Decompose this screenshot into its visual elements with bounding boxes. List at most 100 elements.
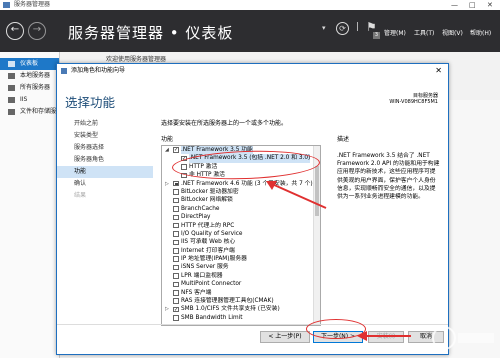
feature-checkbox[interactable] [173, 197, 179, 204]
feature-label: IIS 可承载 Web 核心 [181, 239, 236, 246]
feature-checkbox[interactable] [173, 239, 179, 246]
menu-view[interactable]: 视图(V) [442, 28, 463, 37]
sidebar-item-label: 仪表板 [20, 60, 39, 67]
background-panel [449, 100, 500, 358]
sidebar-item-dashboard[interactable]: 仪表板 [0, 58, 59, 70]
wizard-step[interactable]: 结果 [57, 190, 153, 202]
back-arrow-icon[interactable]: ← [6, 22, 24, 40]
feature-row[interactable]: LPR 端口监视器 [162, 272, 320, 280]
feature-checkbox[interactable] [173, 222, 179, 229]
dialog-titlebar: 添加角色和功能向导 ✕ [57, 64, 448, 78]
feature-label: SMB 1.0/CIFS 文件共享支持 (已安装) [181, 306, 280, 313]
feature-row[interactable]: IP 地址管理(IPAM)服务器 [162, 255, 320, 263]
divider: | [356, 22, 360, 32]
sidebar-item-label: 所有服务器 [20, 84, 51, 91]
sidebar-item-all-servers[interactable]: 所有服务器 [0, 82, 59, 94]
wizard-icon [61, 68, 67, 74]
feature-checkbox[interactable] [173, 264, 179, 271]
feature-label: BranchCache [181, 205, 220, 212]
feature-checkbox[interactable] [173, 290, 179, 296]
feature-row[interactable]: ▷ SMB 1.0/CIFS 文件共享支持 (已安装) [162, 305, 320, 313]
dialog-title: 添加角色和功能向导 [71, 67, 126, 74]
expand-toggle-icon[interactable]: ◢ [165, 146, 169, 154]
notification-count: 3 [373, 32, 380, 39]
feature-description: .NET Framework 3.5 结合了 .NET Framework 2.… [337, 153, 440, 201]
sidebar-item-storage[interactable]: 文件和存储服务 [0, 106, 62, 118]
feature-checkbox[interactable] [173, 189, 179, 195]
sidebar-item-iis[interactable]: IIS [0, 94, 59, 106]
menu-help[interactable]: 帮助(H) [470, 28, 491, 37]
close-button[interactable]: ✕ [487, 0, 493, 10]
dialog-close-icon[interactable]: ✕ [435, 64, 442, 78]
minimize-button[interactable]: — [451, 0, 458, 10]
maximize-button[interactable]: □ [469, 0, 476, 10]
feature-label: NFS 客户端 [181, 289, 212, 296]
dialog-heading: 选择功能 [65, 95, 116, 110]
dialog-header: 选择功能 目标服务器 WIN-V089HC8F5M1 [57, 78, 448, 118]
feature-checkbox[interactable] [173, 298, 179, 304]
welcome-text: 欢迎使用服务器管理器 [106, 56, 167, 63]
annotation-arrow-icon [266, 181, 327, 209]
watermark-logo [432, 326, 494, 350]
feature-label: MultiPoint Connector [181, 281, 242, 288]
feature-checkbox[interactable] [173, 281, 179, 288]
iis-icon [8, 97, 15, 103]
menu-manage[interactable]: 管理(M) [384, 28, 406, 37]
feature-row[interactable]: Internet 打印客户端 [162, 247, 320, 255]
wizard-step[interactable]: 服务器角色 [57, 154, 153, 166]
annotation-arrow-icon [357, 331, 411, 341]
feature-checkbox[interactable] [173, 306, 179, 313]
wizard-step[interactable]: 服务器选择 [57, 142, 153, 154]
feature-label: BitLocker 驱动器加密 [181, 188, 239, 195]
window-titlebar: 服务器管理器 — □ ✕ [0, 0, 500, 10]
feature-row[interactable]: NFS 客户端 [162, 289, 320, 297]
feature-checkbox[interactable] [173, 315, 179, 321]
feature-checkbox[interactable] [173, 273, 179, 279]
feature-row[interactable]: I/O Quality of Service [162, 230, 320, 238]
feature-checkbox[interactable] [173, 180, 179, 187]
dashboard-icon [8, 61, 15, 67]
feature-label: DirectPlay [181, 214, 211, 221]
feature-label: LPR 端口监视器 [181, 272, 223, 279]
feature-row[interactable]: SMB Bandwidth Limit [162, 314, 320, 322]
sidebar-item-label: IIS [20, 96, 28, 103]
storage-icon [8, 109, 15, 115]
feature-label: BitLocker 网络解锁 [181, 197, 233, 204]
dropdown-icon[interactable]: ▾ [322, 24, 326, 32]
expand-toggle-icon[interactable]: ▷ [165, 305, 169, 313]
feature-row[interactable]: DirectPlay [162, 213, 320, 221]
feature-checkbox[interactable] [173, 248, 179, 254]
refresh-icon[interactable]: ⟳ [336, 22, 349, 35]
feature-row[interactable]: MultiPoint Connector [162, 280, 320, 288]
sidebar-item-label: 本地服务器 [20, 72, 51, 79]
feature-checkbox[interactable] [173, 231, 179, 237]
wizard-step[interactable]: 功能 [57, 166, 153, 178]
feature-row[interactable]: iSNS Server 服务 [162, 263, 320, 271]
window-title: 服务器管理器 [14, 1, 51, 8]
wizard-step[interactable]: 安装类型 [57, 130, 153, 142]
wizard-steps: 开始之前 安装类型 服务器选择 服务器角色 功能 确认 结果 [57, 118, 153, 202]
feature-checkbox[interactable] [173, 206, 179, 212]
wizard-step[interactable]: 开始之前 [57, 118, 153, 130]
feature-checkbox[interactable] [173, 147, 179, 153]
sidebar-item-local-server[interactable]: 本地服务器 [0, 70, 59, 82]
target-server-label: 目标服务器 [412, 93, 438, 99]
feature-row[interactable]: HTTP 代理上的 RPC [162, 222, 320, 230]
description-label: 描述 [337, 136, 350, 143]
feature-checkbox[interactable] [173, 256, 179, 262]
forward-arrow-icon[interactable]: → [28, 22, 46, 40]
server-icon [8, 73, 15, 79]
feature-row[interactable]: RAS 连接管理器管理工具包(CMAK) [162, 297, 320, 305]
header-bar: ← → 服务器管理器 • 仪表板 ▾ ⟳ | ⚑ 3 管理(M) 工具(T) 视… [0, 10, 500, 52]
feature-label: IP 地址管理(IPAM)服务器 [181, 256, 247, 263]
menu-tools[interactable]: 工具(T) [414, 28, 434, 37]
feature-label: HTTP 代理上的 RPC [181, 222, 235, 229]
wizard-step[interactable]: 确认 [57, 178, 153, 190]
features-label: 功能 [161, 136, 174, 143]
feature-checkbox[interactable] [173, 214, 179, 221]
target-server-name: WIN-V089HC8F5M1 [389, 99, 438, 105]
previous-button[interactable]: < 上一步(P) [260, 331, 310, 343]
dialog-content: 选择要安装在所选服务器上的一个或多个功能。 功能 描述 ◢ .NET Framew… [161, 118, 443, 340]
expand-toggle-icon[interactable]: ▷ [165, 180, 169, 188]
feature-row[interactable]: IIS 可承载 Web 核心 [162, 238, 320, 246]
